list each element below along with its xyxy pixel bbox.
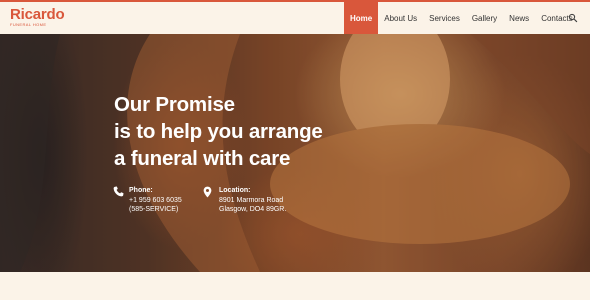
- logo-title: Ricardo: [10, 6, 65, 23]
- hero-title-line: a funeral with care: [114, 147, 291, 170]
- nav-item-services[interactable]: Services: [423, 2, 466, 34]
- main-nav: Home About Us Services Gallery News Cont…: [344, 2, 579, 34]
- nav-item-gallery[interactable]: Gallery: [466, 2, 503, 34]
- site-header: Ricardo FUNERAL HOME Home About Us Servi…: [0, 2, 590, 34]
- hero-banner: Our Promise is to help you arrange a fun…: [0, 34, 590, 272]
- nav-item-news[interactable]: News: [503, 2, 535, 34]
- location-city: Glasgow, DO4 89GR.: [219, 206, 287, 213]
- location-street: 8901 Marmora Road: [219, 196, 284, 204]
- phone-icon: [113, 186, 124, 197]
- logo-subtitle: FUNERAL HOME: [10, 22, 47, 27]
- phone-number[interactable]: +1 959 603 6035: [129, 196, 182, 206]
- hero-title-line: is to help you arrange: [114, 120, 323, 143]
- search-icon[interactable]: [568, 13, 578, 23]
- phone-block: Phone: +1 959 603 6035 (585-SERVICE): [129, 186, 182, 215]
- nav-item-home[interactable]: Home: [344, 2, 379, 34]
- location-block: Location: 8901 Marmora Road Glasgow, DO4…: [219, 186, 286, 215]
- hero-title: Our Promise is to help you arrange a fun…: [114, 91, 323, 172]
- map-pin-icon: [203, 186, 212, 198]
- nav-item-about-us[interactable]: About Us: [378, 2, 423, 34]
- location-label: Location:: [219, 187, 251, 194]
- logo[interactable]: Ricardo FUNERAL HOME: [10, 6, 65, 27]
- hero-title-line: Our Promise: [114, 93, 235, 116]
- phone-mnemonic: (585-SERVICE): [129, 206, 179, 213]
- phone-label: Phone:: [129, 187, 153, 194]
- page-content-strip: [0, 272, 590, 300]
